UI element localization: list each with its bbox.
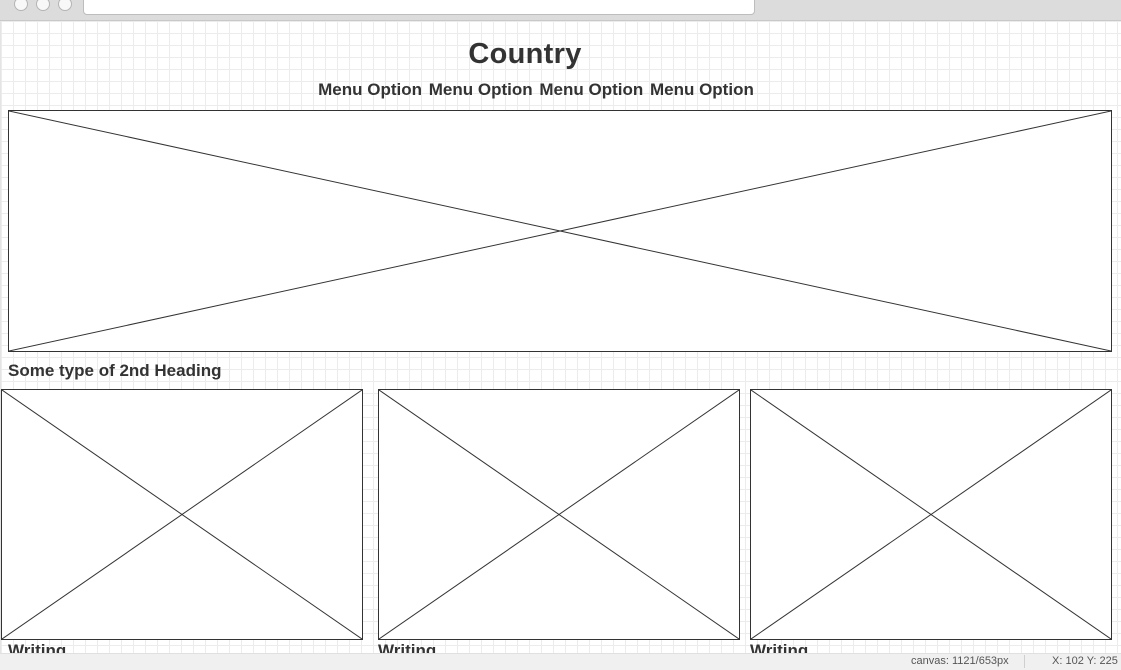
maximize-window-icon[interactable] xyxy=(58,0,72,11)
canvas-size-label: canvas: xyxy=(911,655,949,667)
minimize-window-icon[interactable] xyxy=(36,0,50,11)
cursor-y-label: Y: xyxy=(1086,655,1097,667)
menu-option-4[interactable]: Menu Option xyxy=(650,80,754,99)
status-bar: canvas: 1121/653px X: 102 Y: 225 xyxy=(0,653,1121,670)
card-image-placeholder-3 xyxy=(750,389,1112,640)
canvas-size-readout: canvas: 1121/653px xyxy=(911,655,1009,667)
canvas-size-value: 1121/653px xyxy=(951,655,1009,667)
menu-option-1[interactable]: Menu Option xyxy=(318,80,422,99)
card-image-placeholder-2 xyxy=(378,389,740,640)
hero-image-placeholder xyxy=(8,110,1112,352)
cursor-x-label: X: xyxy=(1052,655,1063,667)
browser-chrome xyxy=(0,0,1121,21)
close-window-icon[interactable] xyxy=(14,0,28,11)
page-title: Country xyxy=(468,38,582,70)
menu-option-3[interactable]: Menu Option xyxy=(539,80,643,99)
cursor-x-value: 102 xyxy=(1065,655,1084,667)
image-placeholder-icon xyxy=(9,111,1111,351)
image-placeholder-icon xyxy=(379,390,739,639)
status-divider xyxy=(1024,655,1025,668)
section-heading: Some type of 2nd Heading xyxy=(8,361,222,380)
cursor-position-readout: X: 102 Y: 225 xyxy=(1052,655,1118,667)
main-menu: Menu Option Menu Option Menu Option Menu… xyxy=(0,80,1072,100)
image-placeholder-icon xyxy=(2,390,362,639)
menu-option-2[interactable]: Menu Option xyxy=(429,80,533,99)
cursor-y-value: 225 xyxy=(1099,655,1118,667)
address-bar[interactable] xyxy=(83,0,755,15)
image-placeholder-icon xyxy=(751,390,1111,639)
card-image-placeholder-1 xyxy=(1,389,363,640)
